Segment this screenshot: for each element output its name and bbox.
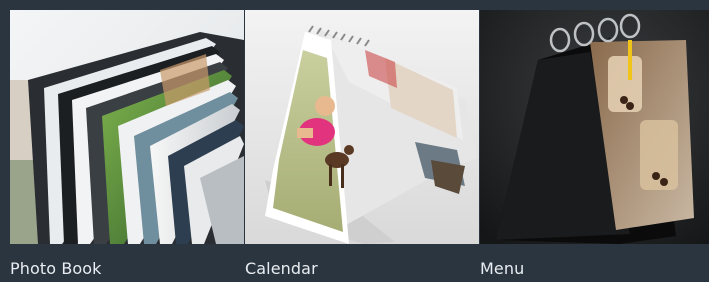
photo-book-image: [10, 10, 244, 244]
product-card-calendar[interactable]: Calendar: [245, 10, 479, 282]
product-gallery: Photo Book Calendar Menu: [10, 10, 709, 282]
calendar-label[interactable]: Calendar: [245, 259, 318, 279]
product-card-menu[interactable]: Menu: [480, 10, 709, 282]
calendar-thumbnail[interactable]: [245, 10, 479, 244]
photo-book-label[interactable]: Photo Book: [10, 259, 102, 279]
menu-stand-image: [480, 10, 709, 244]
calendar-image: [245, 10, 479, 244]
menu-label[interactable]: Menu: [480, 259, 524, 279]
photo-book-thumbnail[interactable]: [10, 10, 244, 244]
product-card-photo-book[interactable]: Photo Book: [10, 10, 244, 282]
menu-thumbnail[interactable]: [480, 10, 709, 244]
